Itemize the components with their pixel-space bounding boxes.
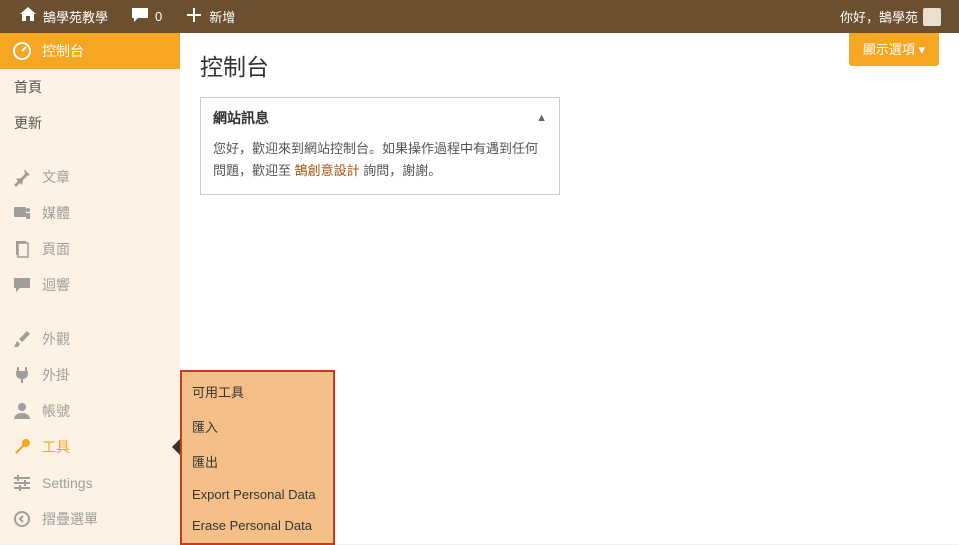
- tools-flyout: 可用工具 匯入 匯出 Export Personal Data Erase Pe…: [180, 370, 335, 545]
- sidebar-item-posts[interactable]: 文章: [0, 159, 180, 195]
- sidebar-item-appearance[interactable]: 外觀: [0, 321, 180, 357]
- comment-icon: [130, 5, 150, 28]
- flyout-item-export[interactable]: 匯出: [182, 444, 333, 479]
- collapse-icon: [12, 509, 32, 529]
- sidebar-label: 媒體: [42, 203, 70, 223]
- user-greeting[interactable]: 你好，鵠學苑: [832, 0, 949, 33]
- welcome-panel: 網站訊息 ▲ 您好，歡迎來到網站控制台。如果操作過程中有遇到任何問題，歡迎至 鵠…: [200, 97, 560, 195]
- flyout-item-erase-personal[interactable]: Erase Personal Data: [182, 510, 333, 541]
- sidebar-label: 外觀: [42, 329, 70, 349]
- plus-icon: [184, 5, 204, 28]
- sidebar-label: 文章: [42, 167, 70, 187]
- admin-topbar: 鵠學苑教學 0 新增 你好，鵠學苑: [0, 0, 959, 33]
- home-icon: [18, 5, 38, 28]
- greeting-text: 你好，鵠學苑: [840, 7, 918, 26]
- flyout-item-export-personal[interactable]: Export Personal Data: [182, 479, 333, 510]
- sidebar-item-media[interactable]: 媒體: [0, 195, 180, 231]
- dashboard-icon: [12, 41, 32, 61]
- sliders-icon: [12, 473, 32, 493]
- sidebar-label: 控制台: [42, 41, 84, 61]
- panel-title: 網站訊息: [213, 108, 269, 128]
- layout: 控制台 首頁 更新 文章 媒體 頁面 迴響 外觀 外掛: [0, 33, 959, 544]
- sidebar-label: 帳號: [42, 401, 70, 421]
- sidebar-item-collapse[interactable]: 摺疊選單: [0, 501, 180, 537]
- sidebar-item-dashboard[interactable]: 控制台: [0, 33, 180, 69]
- page-icon: [12, 239, 32, 259]
- sidebar-label: 外掛: [42, 365, 70, 385]
- sidebar-item-pages[interactable]: 頁面: [0, 231, 180, 267]
- page-title: 控制台: [200, 48, 939, 82]
- screen-options-label: 顯示選項: [863, 42, 915, 57]
- sidebar-label: 工具: [42, 437, 70, 457]
- sidebar-label: 摺疊選單: [42, 509, 98, 529]
- panel-link[interactable]: 鵠創意設計: [295, 163, 360, 178]
- wrench-icon: [12, 437, 32, 457]
- sidebar-item-settings[interactable]: Settings: [0, 465, 180, 501]
- topbar-left: 鵠學苑教學 0 新增: [10, 0, 243, 33]
- plug-icon: [12, 365, 32, 385]
- sidebar-label: Settings: [42, 475, 93, 491]
- comments-link[interactable]: 0: [122, 0, 170, 33]
- add-new[interactable]: 新增: [176, 0, 243, 33]
- sidebar-item-users[interactable]: 帳號: [0, 393, 180, 429]
- sidebar-sub-updates[interactable]: 更新: [0, 105, 180, 141]
- user-icon: [12, 401, 32, 421]
- comment-icon: [12, 275, 32, 295]
- comments-count: 0: [155, 9, 162, 24]
- media-icon: [12, 203, 32, 223]
- topbar-right: 你好，鵠學苑: [832, 0, 949, 33]
- screen-options-button[interactable]: 顯示選項 ▾: [849, 33, 939, 66]
- site-link[interactable]: 鵠學苑教學: [10, 0, 116, 33]
- pin-icon: [12, 167, 32, 187]
- sidebar: 控制台 首頁 更新 文章 媒體 頁面 迴響 外觀 外掛: [0, 33, 180, 544]
- panel-header[interactable]: 網站訊息 ▲: [201, 98, 559, 138]
- sidebar-item-tools[interactable]: 工具: [0, 429, 180, 465]
- avatar: [923, 8, 941, 26]
- panel-body: 您好，歡迎來到網站控制台。如果操作過程中有遇到任何問題，歡迎至 鵠創意設計 詢問…: [201, 138, 559, 194]
- sidebar-sub-home[interactable]: 首頁: [0, 69, 180, 105]
- sidebar-item-plugins[interactable]: 外掛: [0, 357, 180, 393]
- sidebar-item-comments[interactable]: 迴響: [0, 267, 180, 303]
- sidebar-label: 迴響: [42, 275, 70, 295]
- panel-text-suffix: 詢問，謝謝。: [360, 163, 442, 178]
- flyout-item-available-tools[interactable]: 可用工具: [182, 374, 333, 409]
- sidebar-label: 頁面: [42, 239, 70, 259]
- add-new-label: 新增: [209, 7, 235, 26]
- panel-toggle-icon[interactable]: ▲: [536, 112, 547, 124]
- flyout-item-import[interactable]: 匯入: [182, 409, 333, 444]
- site-name: 鵠學苑教學: [43, 7, 108, 26]
- brush-icon: [12, 329, 32, 349]
